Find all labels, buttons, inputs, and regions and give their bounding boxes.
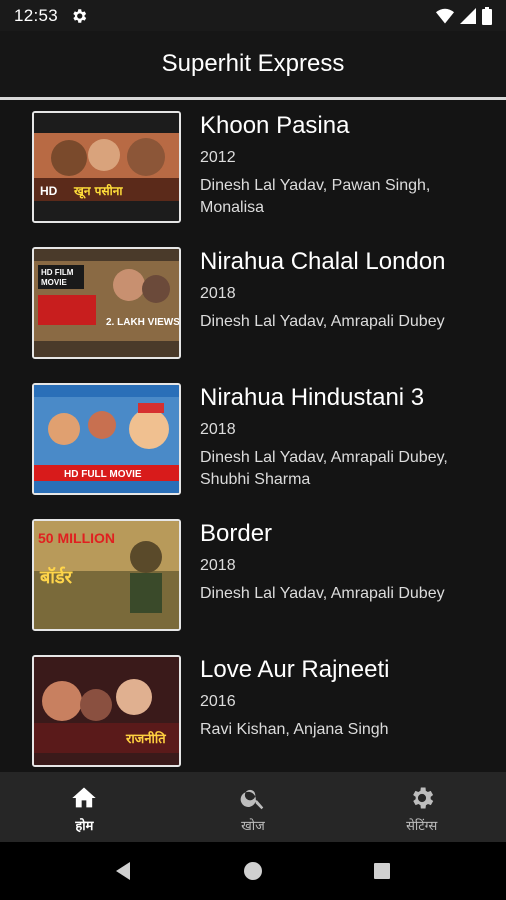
settings-icon — [412, 787, 433, 809]
movie-title: Khoon Pasina — [200, 112, 350, 139]
thumb-caption: राजनीति — [125, 731, 166, 747]
status-time: 12:53 — [14, 5, 59, 25]
movie-title: Nirahua Hindustani 3 — [200, 384, 425, 411]
bottom-navigation: होम खोज सेटिंग्स — [0, 772, 506, 842]
movie-year: 2018 — [200, 557, 236, 574]
movie-list-item[interactable]: HD FILM MOVIE 2. LAKH VIEWS Nirahua Chal… — [0, 236, 506, 372]
movie-cast: Dinesh Lal Yadav, Amrapali Dubey — [200, 585, 445, 602]
svg-text:HD FILM: HD FILM — [41, 268, 74, 277]
app-bar: Superhit Express — [0, 31, 506, 97]
search-icon — [240, 789, 264, 810]
movie-cast: Dinesh Lal Yadav, Pawan Singh, Monalisa — [200, 177, 431, 216]
movie-thumbnail[interactable]: 50 MILLION बॉर्डर — [32, 519, 181, 631]
wifi-icon — [436, 8, 454, 23]
movie-year: 2018 — [200, 421, 236, 438]
settings-gear-icon — [73, 8, 87, 23]
recents-icon[interactable] — [370, 859, 394, 883]
nav-home[interactable]: होम — [0, 772, 169, 842]
movie-list-item[interactable]: राजनीति Love Aur Rajneeti 2016 Ravi Kish… — [0, 644, 506, 772]
app-title: Superhit Express — [161, 50, 345, 77]
home-circle-icon[interactable] — [241, 859, 265, 883]
thumb-caption: HD — [40, 184, 58, 198]
movie-cast: Dinesh Lal Yadav, Amrapali Dubey — [200, 313, 445, 330]
nav-home-label: होम — [75, 818, 94, 833]
thumb-caption: HD FULL MOVIE — [64, 469, 142, 480]
movie-list-item[interactable]: HD FULL MOVIE Nirahua Hindustani 3 2018 … — [0, 372, 506, 508]
status-bar: 12:53 — [0, 0, 506, 31]
system-navigation-bar — [0, 842, 506, 900]
movie-thumbnail[interactable]: HD FULL MOVIE — [32, 383, 181, 495]
thumb-caption-2: खून पसीना — [73, 184, 123, 199]
movie-thumbnail[interactable]: राजनीति — [32, 655, 181, 767]
poster-image: HD FILM MOVIE 2. LAKH VIEWS — [34, 249, 179, 357]
thumb-caption-2: बॉर्डर — [39, 566, 73, 588]
movie-list-item[interactable]: HD खून पसीना Khoon Pasina 2012 Dinesh La… — [0, 100, 506, 236]
signal-icon — [460, 7, 476, 24]
movie-thumbnail[interactable]: HD खून पसीना — [32, 111, 181, 223]
thumb-caption: 50 MILLION — [38, 530, 115, 546]
svg-text:MOVIE: MOVIE — [41, 278, 67, 287]
nav-search-label: खोज — [241, 818, 265, 833]
movie-year: 2018 — [200, 285, 236, 302]
poster-image: HD FULL MOVIE — [34, 385, 179, 493]
poster-image: राजनीति — [34, 657, 179, 765]
thumb-caption-2: 2. LAKH VIEWS — [106, 317, 179, 328]
movie-cast: Dinesh Lal Yadav, Amrapali Dubey, Shubhi… — [200, 449, 448, 488]
movie-title: Border — [200, 520, 273, 547]
poster-image: 50 MILLION बॉर्डर — [34, 521, 179, 629]
movie-list-item[interactable]: 50 MILLION बॉर्डर Border 2018 Dinesh Lal… — [0, 508, 506, 644]
movie-year: 2012 — [200, 149, 236, 166]
battery-icon — [482, 6, 492, 25]
movie-cast: Ravi Kishan, Anjana Singh — [200, 721, 389, 738]
home-icon — [72, 787, 96, 808]
movie-title: Nirahua Chalal London — [200, 248, 446, 275]
nav-settings[interactable]: सेटिंग्स — [337, 772, 506, 842]
movie-thumbnail[interactable]: HD FILM MOVIE 2. LAKH VIEWS — [32, 247, 181, 359]
movie-title: Love Aur Rajneeti — [200, 656, 390, 683]
nav-settings-label: सेटिंग्स — [406, 818, 438, 833]
nav-search[interactable]: खोज — [169, 772, 338, 842]
movie-year: 2016 — [200, 693, 236, 710]
movie-list[interactable]: HD खून पसीना Khoon Pasina 2012 Dinesh La… — [0, 100, 506, 772]
poster-image: HD खून पसीना — [34, 113, 179, 221]
back-icon[interactable] — [112, 859, 136, 883]
